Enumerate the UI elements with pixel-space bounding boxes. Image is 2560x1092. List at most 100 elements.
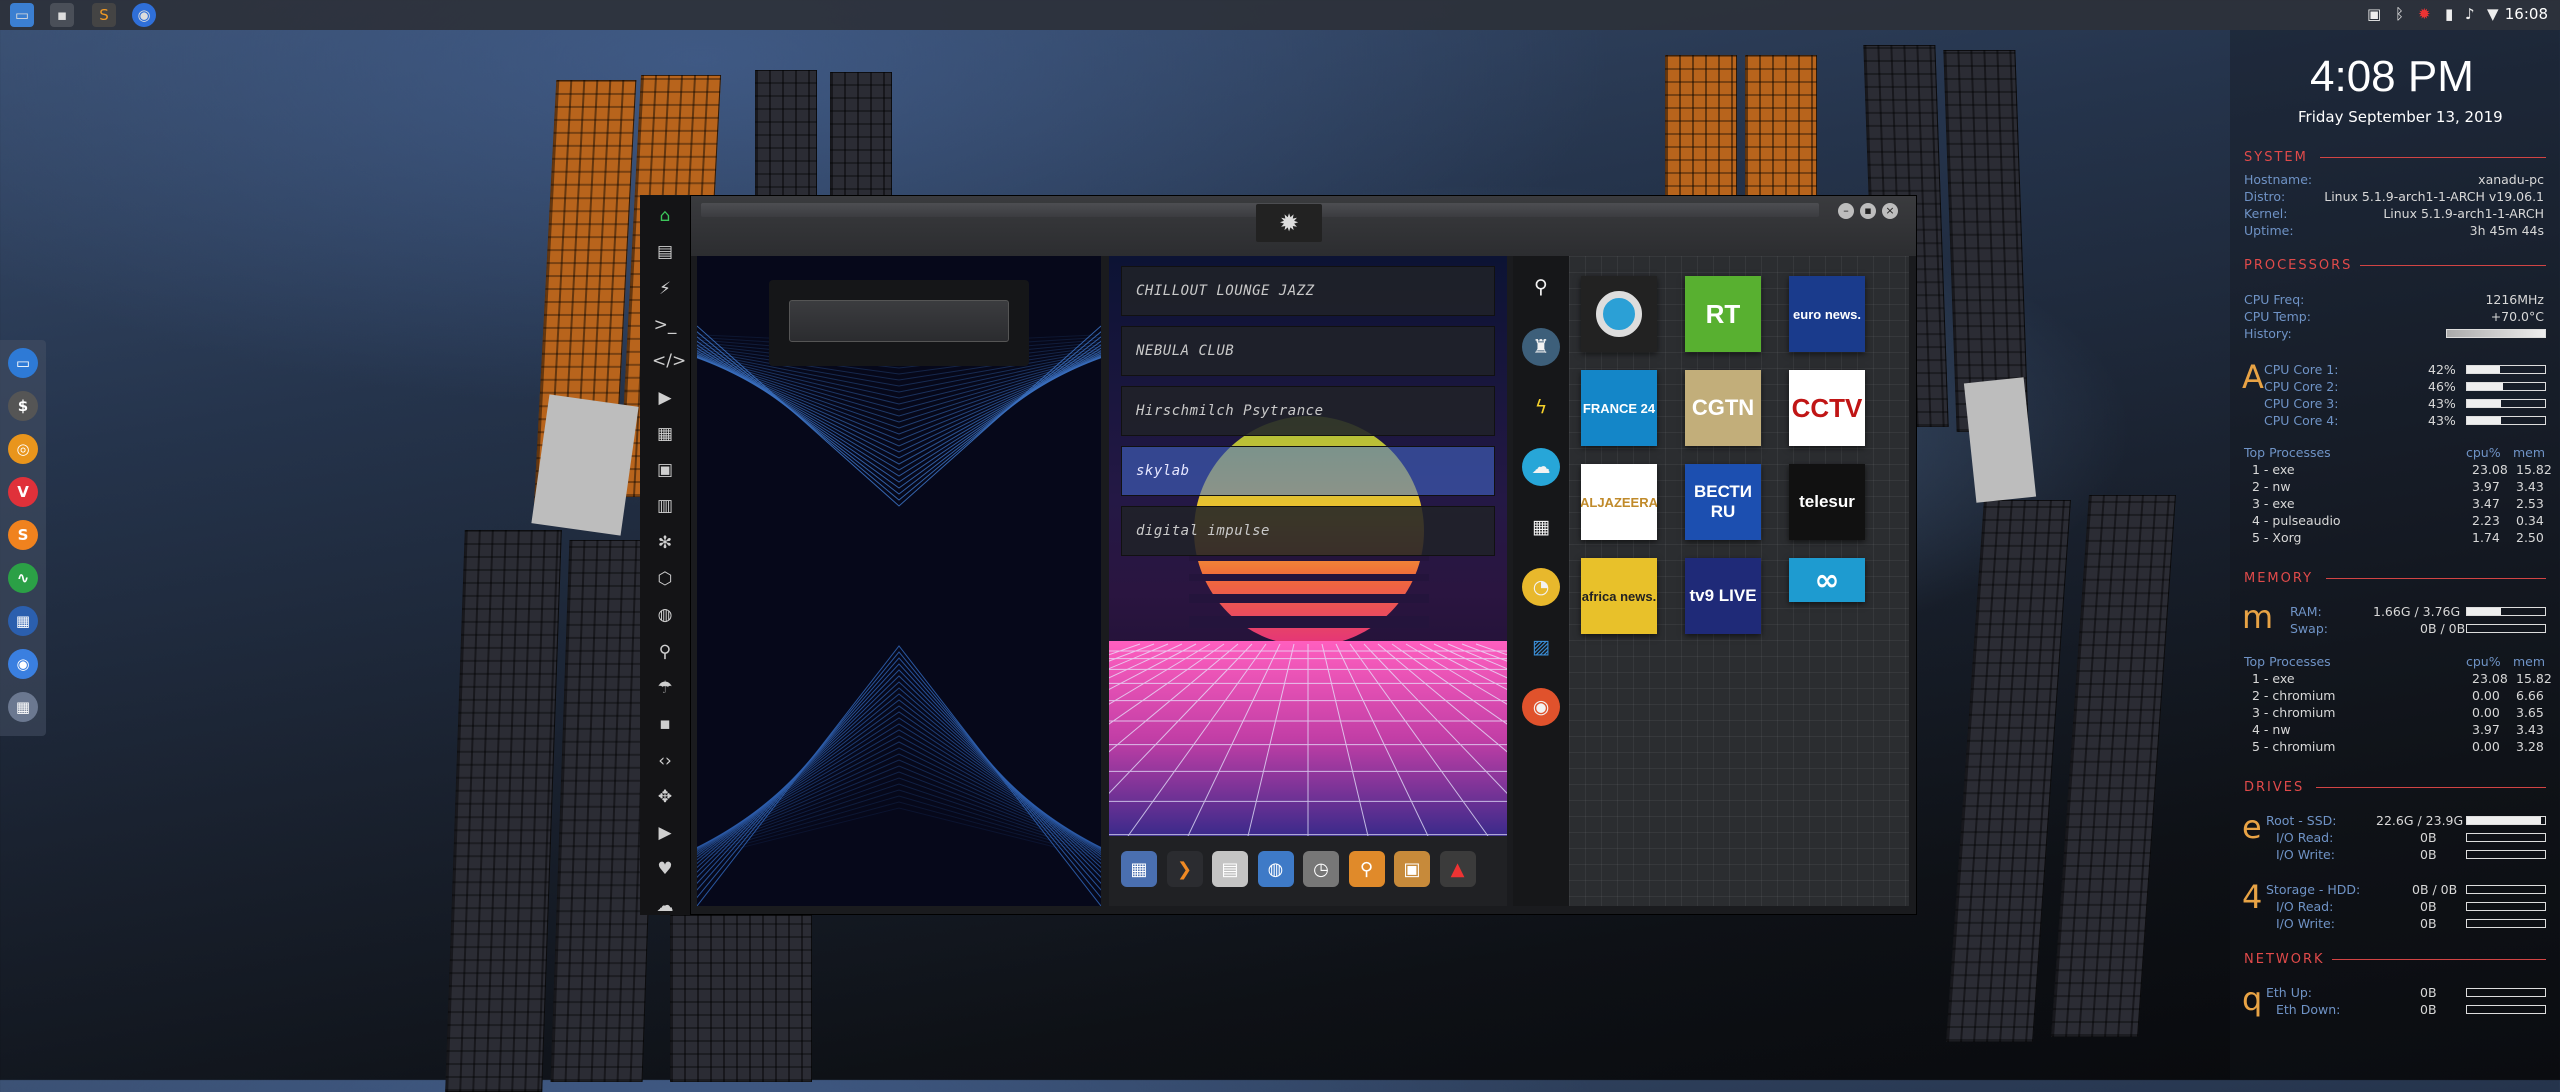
youtube-icon[interactable]: ▶ bbox=[652, 820, 678, 846]
expand-icon[interactable]: ✥ bbox=[652, 784, 678, 810]
battery-icon[interactable]: ▮ bbox=[2445, 5, 2453, 23]
hexagon-icon[interactable]: ⬡ bbox=[652, 566, 678, 592]
station-item[interactable]: CHILLOUT LOUNGE JAZZ bbox=[1121, 266, 1495, 316]
process-cpu: 0.00 bbox=[2472, 688, 2500, 703]
aljazeera-logo[interactable]: ALJAZEERA bbox=[1581, 464, 1657, 540]
umbrella-icon[interactable]: ☂ bbox=[652, 675, 678, 701]
search-icon[interactable]: ⚲ bbox=[1522, 268, 1560, 306]
cloud-icon[interactable]: ☁ bbox=[652, 893, 678, 919]
dw-logo[interactable] bbox=[1581, 276, 1657, 352]
radio-app-window: ✹ – ▪ × CHILLOUT LOUNGE JAZZ NEBULA CLUB… bbox=[690, 195, 1917, 915]
home-icon[interactable]: ⌂ bbox=[652, 203, 678, 229]
cpu-col-cpu: cpu% bbox=[2466, 445, 2501, 460]
terminal-icon[interactable]: ❯ bbox=[1166, 851, 1203, 887]
bolt-icon[interactable]: ⚡ bbox=[652, 276, 678, 302]
cgtn-logo[interactable]: CGTN bbox=[1685, 370, 1761, 446]
calendar-icon[interactable]: ▤ bbox=[1212, 851, 1248, 887]
search-icon[interactable]: ⚲ bbox=[652, 639, 678, 665]
files-icon[interactable]: ▭ bbox=[10, 3, 34, 27]
bluetooth-icon[interactable]: ᛒ bbox=[2395, 5, 2404, 23]
swap-bar bbox=[2466, 624, 2546, 633]
mem-top-label: Top Processes bbox=[2244, 654, 2331, 669]
close-button[interactable]: × bbox=[1882, 203, 1898, 219]
cpu-glyph: A bbox=[2242, 358, 2264, 396]
images-icon[interactable]: ▦ bbox=[652, 421, 678, 447]
panel-clock[interactable]: 16:08 bbox=[2505, 5, 2548, 23]
process-name: 5 - chromium bbox=[2252, 739, 2336, 754]
telesur-logo[interactable]: telesur bbox=[1789, 464, 1865, 540]
maximize-button[interactable]: ▪ bbox=[1860, 203, 1876, 219]
channel-name: ALJAZEERA bbox=[1581, 494, 1657, 510]
uptime-label: Uptime: bbox=[2244, 223, 2294, 238]
process-mem: 3.28 bbox=[2516, 739, 2544, 754]
podcast-icon[interactable]: ◉ bbox=[1522, 688, 1560, 726]
calculator-icon[interactable]: ▦ bbox=[1121, 851, 1157, 887]
satellite-dish-icon[interactable]: ◔ bbox=[1522, 568, 1560, 606]
eth-up-value: 0B bbox=[2420, 985, 2437, 1000]
search-input[interactable] bbox=[789, 300, 1009, 342]
sublime-icon[interactable]: S bbox=[92, 3, 116, 27]
top-panel: ▭ ▪ S ◉ ▣ ᛒ ✹ ▮ ♪ ▼ 16:08 bbox=[0, 0, 2560, 30]
station-item[interactable]: NEBULA CLUB bbox=[1121, 326, 1495, 376]
heart-icon[interactable]: ♥ bbox=[652, 856, 678, 882]
pikachu-icon[interactable]: ϟ bbox=[1522, 388, 1560, 426]
vesti-logo[interactable]: ВЕСТИ RU bbox=[1685, 464, 1761, 540]
cpu-core-bar bbox=[2466, 416, 2546, 425]
pdf-icon[interactable]: ▲ bbox=[1439, 851, 1476, 887]
africanews-logo[interactable]: africa news. bbox=[1581, 558, 1657, 634]
process-mem: 3.43 bbox=[2516, 479, 2544, 494]
news-icon[interactable]: ▥ bbox=[652, 493, 678, 519]
chromium-icon[interactable]: ◉ bbox=[8, 649, 38, 679]
screenshot-icon[interactable]: ▣ bbox=[2367, 5, 2381, 23]
cpu-top-label: Top Processes bbox=[2244, 445, 2331, 460]
cpu-history-graph bbox=[2446, 329, 2546, 338]
contact-icon[interactable]: ▪ bbox=[652, 711, 678, 737]
chromium-icon[interactable]: ◉ bbox=[132, 3, 156, 27]
search-icon[interactable]: ⚲ bbox=[1348, 851, 1385, 887]
settings-icon[interactable]: ✹ bbox=[2418, 5, 2431, 23]
code-brackets-icon[interactable]: ‹› bbox=[652, 748, 678, 774]
image-viewer-icon[interactable]: ▣ bbox=[1394, 851, 1430, 887]
blueprint-icon[interactable]: ▨ bbox=[1522, 628, 1560, 666]
globe-icon[interactable]: ◍ bbox=[1257, 851, 1294, 887]
distro-label: Distro: bbox=[2244, 189, 2286, 204]
vivaldi-icon[interactable]: V bbox=[8, 477, 38, 507]
image-icon[interactable]: ▣ bbox=[652, 457, 678, 483]
process-mem: 2.53 bbox=[2516, 496, 2544, 511]
play-icon[interactable]: ▶ bbox=[652, 385, 678, 411]
settings-icon[interactable]: ✻ bbox=[652, 530, 678, 556]
terminal-icon[interactable]: ▪ bbox=[50, 3, 74, 27]
uptime-value: 3h 45m 44s bbox=[2469, 223, 2544, 238]
euronews-logo[interactable]: euro news. bbox=[1789, 276, 1865, 352]
title-bar[interactable]: ✹ – ▪ × bbox=[691, 196, 1916, 256]
clock-icon[interactable]: ◷ bbox=[1303, 851, 1339, 887]
minimize-button[interactable]: – bbox=[1838, 203, 1854, 219]
volume-icon[interactable]: ♪ bbox=[2465, 5, 2475, 23]
globe-icon[interactable]: ▦ bbox=[8, 692, 38, 722]
storage-write-value: 0B bbox=[2420, 916, 2437, 931]
network-icon[interactable]: ▦ bbox=[8, 606, 38, 636]
france24-logo[interactable]: FRANCE 24 bbox=[1581, 370, 1657, 446]
abc-logo[interactable]: ∞ bbox=[1789, 558, 1865, 602]
radio-tower-icon[interactable]: ♜ bbox=[1522, 328, 1560, 366]
terminal-icon[interactable]: >_ bbox=[652, 312, 678, 338]
sublime-icon[interactable]: S bbox=[8, 520, 38, 550]
monitor-icon[interactable]: ∿ bbox=[8, 563, 38, 593]
rt-logo[interactable]: RT bbox=[1685, 276, 1761, 352]
eth-down-bar bbox=[2466, 1005, 2546, 1014]
money-icon[interactable]: $ bbox=[8, 391, 38, 421]
document-icon[interactable]: ▤ bbox=[652, 239, 678, 265]
globe-icon[interactable]: ◍ bbox=[652, 602, 678, 628]
ubuntu-icon[interactable]: ◎ bbox=[8, 434, 38, 464]
station-item[interactable]: skylab bbox=[1121, 446, 1495, 496]
station-item[interactable]: Hirschmilch Psytrance bbox=[1121, 386, 1495, 436]
station-item[interactable]: digital impulse bbox=[1121, 506, 1495, 556]
files-icon[interactable]: ▭ bbox=[8, 348, 38, 378]
cpu-core-4-label: CPU Core 4: bbox=[2264, 413, 2339, 428]
film-icon[interactable]: ▦ bbox=[1522, 508, 1560, 546]
wifi-icon[interactable]: ▼ bbox=[2487, 5, 2499, 23]
cloud-upload-icon[interactable]: ☁ bbox=[1522, 448, 1560, 486]
tv9-logo[interactable]: tv9 LIVE bbox=[1685, 558, 1761, 634]
cctv-logo[interactable]: CCTV bbox=[1789, 370, 1865, 446]
code-icon[interactable]: </> bbox=[652, 348, 686, 374]
